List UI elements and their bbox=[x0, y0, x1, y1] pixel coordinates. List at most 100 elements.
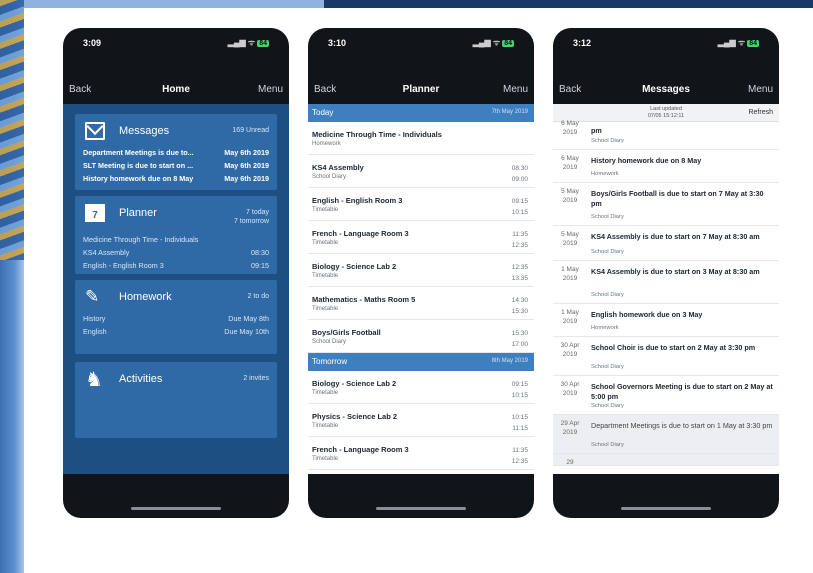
message-date: 6 May 2019 bbox=[561, 120, 579, 136]
end-time: 10:15 bbox=[511, 392, 528, 399]
item-title: Medicine Through Time - Individuals bbox=[312, 130, 442, 139]
item-times: 15:30 17:00 bbox=[512, 328, 528, 350]
list-item[interactable]: History Due May 8th bbox=[83, 312, 269, 325]
card-title: Homework bbox=[119, 291, 172, 303]
message-title: School Choir is due to start on 2 May at… bbox=[591, 343, 756, 352]
item-times: 09:15 10:15 bbox=[512, 196, 528, 218]
message-row[interactable]: 1 May 2019 KS4 Assembly is due to start o… bbox=[553, 261, 779, 304]
home-indicator[interactable] bbox=[376, 507, 466, 510]
section-header-today: Today 7th May 2019 bbox=[308, 104, 534, 122]
list-item[interactable]: English - English Room 3 09:15 bbox=[83, 259, 269, 272]
activities-card[interactable]: ♞ Activities 2 invites bbox=[75, 362, 277, 438]
planner-card[interactable]: 7 Planner 7 today 7 tomorrow Medicine Thr… bbox=[75, 196, 277, 274]
status-bar: 3:12 ▂▄▆ ᯤ 84 bbox=[553, 28, 779, 80]
item-text: KS4 Assembly bbox=[83, 248, 130, 257]
message-category: School Diary bbox=[591, 292, 624, 298]
chess-knight-icon: ♞ bbox=[85, 369, 103, 391]
list-item[interactable]: History homework due on 8 May May 6th 201… bbox=[83, 172, 269, 185]
list-item[interactable]: Department Meetings is due to... May 6th … bbox=[83, 146, 269, 159]
section-date: 8th May 2019 bbox=[491, 358, 528, 364]
list-item[interactable]: Medicine Through Time - Individuals bbox=[83, 233, 269, 246]
item-title: KS4 Assembly bbox=[312, 163, 364, 172]
message-row[interactable]: 5 May 2019 KS4 Assembly is due to start o… bbox=[553, 226, 779, 261]
phone-messages-screen: 3:12 ▂▄▆ ᯤ 84 Back Messages Menu Last upd… bbox=[553, 28, 779, 518]
item-text: Medicine Through Time - Individuals bbox=[83, 235, 199, 244]
home-indicator[interactable] bbox=[621, 507, 711, 510]
signal-icon: ▂▄▆ ᯤ 84 bbox=[718, 37, 759, 48]
message-row[interactable]: 5 May 2019 Boys/Girls Football is due to … bbox=[553, 183, 779, 226]
item-times: 08:30 09:00 bbox=[512, 163, 528, 185]
invites-badge: 2 invites bbox=[243, 375, 269, 382]
last-updated-value: 07/05 15:12:11 bbox=[647, 113, 685, 119]
last-updated-label: Last updated bbox=[650, 106, 682, 112]
list-item[interactable]: Boys/Girls Football School Diary 15:30 17:0… bbox=[308, 320, 534, 353]
list-item[interactable]: English Due May 10th bbox=[83, 325, 269, 338]
navigation-bar: Back Messages Menu bbox=[553, 80, 779, 100]
item-title: Boys/Girls Football bbox=[312, 328, 381, 337]
message-category: Homework bbox=[591, 325, 619, 331]
home-indicator[interactable] bbox=[131, 507, 221, 510]
list-item[interactable]: English - English Room 3 Timetable 09:15 10… bbox=[308, 188, 534, 221]
list-item[interactable]: Biology - Science Lab 2 Timetable 09:15 10:… bbox=[308, 371, 534, 404]
list-item[interactable]: Mathematics - Maths Room 5 Timetable 14:30… bbox=[308, 287, 534, 320]
message-title: History homework due on 8 May bbox=[591, 156, 702, 165]
message-date: 29 Apr 2019 bbox=[560, 420, 580, 436]
message-row[interactable]: 6 May 2019 History homework due on 8 May H… bbox=[553, 150, 779, 183]
menu-button[interactable]: Menu bbox=[748, 84, 773, 95]
message-date: 5 May 2019 bbox=[561, 231, 579, 247]
item-category: School Diary bbox=[312, 339, 347, 345]
item-category: Timetable bbox=[312, 456, 339, 462]
list-item[interactable]: SLT Meeting is due to start on ... May 6t… bbox=[83, 159, 269, 172]
end-time: 17:00 bbox=[511, 341, 528, 348]
item-text: English bbox=[83, 327, 107, 336]
message-row[interactable]: 30 Apr 2019 School Choir is due to start … bbox=[553, 337, 779, 376]
card-rows: Department Meetings is due to... May 6th … bbox=[83, 146, 269, 185]
message-category: School Diary bbox=[591, 214, 624, 220]
item-times: 09:15 10:15 bbox=[512, 379, 528, 401]
message-date: 30 Apr 2019 bbox=[560, 342, 580, 358]
list-item[interactable]: French - Language Room 3 Timetable 11:35 12… bbox=[308, 437, 534, 470]
list-item[interactable]: Medicine Through Time - Individuals Homew… bbox=[308, 122, 534, 155]
message-row[interactable]: 30 Apr 2019 School Governors Meeting is d… bbox=[553, 376, 779, 415]
list-item[interactable]: Biology - Science Lab 2 Timetable 12:35 13:… bbox=[308, 254, 534, 287]
messages-card[interactable]: Messages 169 Unread Department Meetings … bbox=[75, 114, 277, 190]
item-due: Due May 10th bbox=[224, 327, 269, 336]
signal-wifi-icon: ▂▄▆ ᯤ bbox=[472, 38, 501, 47]
item-text: Department Meetings is due to... bbox=[83, 148, 194, 157]
item-title: Biology - Science Lab 2 bbox=[312, 262, 397, 271]
menu-button[interactable]: Menu bbox=[503, 84, 528, 95]
section-label: Tomorrow bbox=[312, 357, 348, 366]
refresh-button[interactable]: Refresh bbox=[748, 109, 773, 116]
message-row[interactable]: 1 May 2019 English homework due on 3 May H… bbox=[553, 304, 779, 337]
item-title: Mathematics - Maths Room 5 bbox=[312, 295, 416, 304]
battery-icon: 84 bbox=[747, 40, 759, 47]
item-text: SLT Meeting is due to start on ... bbox=[83, 161, 194, 170]
message-category: Homework bbox=[591, 171, 619, 177]
start-time: 12:35 bbox=[511, 264, 528, 271]
end-time: 15:30 bbox=[511, 308, 528, 315]
message-date: 1 May 2019 bbox=[561, 309, 579, 325]
card-title: Activities bbox=[119, 373, 163, 385]
list-item[interactable]: KS4 Assembly School Diary 08:30 09:00 bbox=[308, 155, 534, 188]
end-time: 10:15 bbox=[511, 209, 528, 216]
message-row[interactable]: 29 Apr 2019 Department Meetings is due to… bbox=[553, 415, 779, 454]
tomorrow-count: 7 tomorrow bbox=[233, 218, 269, 225]
message-row[interactable]: 6 May 2019 pm School Diary bbox=[553, 120, 779, 150]
menu-button[interactable]: Menu bbox=[258, 84, 283, 95]
message-category: School Diary bbox=[591, 138, 624, 144]
envelope-icon bbox=[85, 122, 105, 140]
list-item[interactable]: Physics - Science Lab 2 Timetable 10:15 11:… bbox=[308, 404, 534, 437]
card-rows: History Due May 8th English Due May 10th bbox=[83, 312, 269, 338]
message-row[interactable]: 29 bbox=[553, 454, 779, 466]
homework-card[interactable]: ✎ Homework 2 to do History Due May 8th En… bbox=[75, 280, 277, 354]
item-category: Timetable bbox=[312, 273, 339, 279]
item-date: May 6th 2019 bbox=[224, 174, 269, 183]
calendar-icon: 7 bbox=[85, 204, 105, 222]
list-item[interactable]: French - Language Room 3 Timetable 11:35 12… bbox=[308, 221, 534, 254]
start-time: 11:35 bbox=[512, 231, 528, 238]
item-category: Homework bbox=[312, 141, 341, 147]
message-category: School Diary bbox=[591, 403, 624, 409]
end-time: 12:35 bbox=[511, 242, 528, 249]
signal-icon: ▂▄▆ ᯤ 84 bbox=[473, 37, 514, 48]
list-item[interactable]: KS4 Assembly 08:30 bbox=[83, 246, 269, 259]
